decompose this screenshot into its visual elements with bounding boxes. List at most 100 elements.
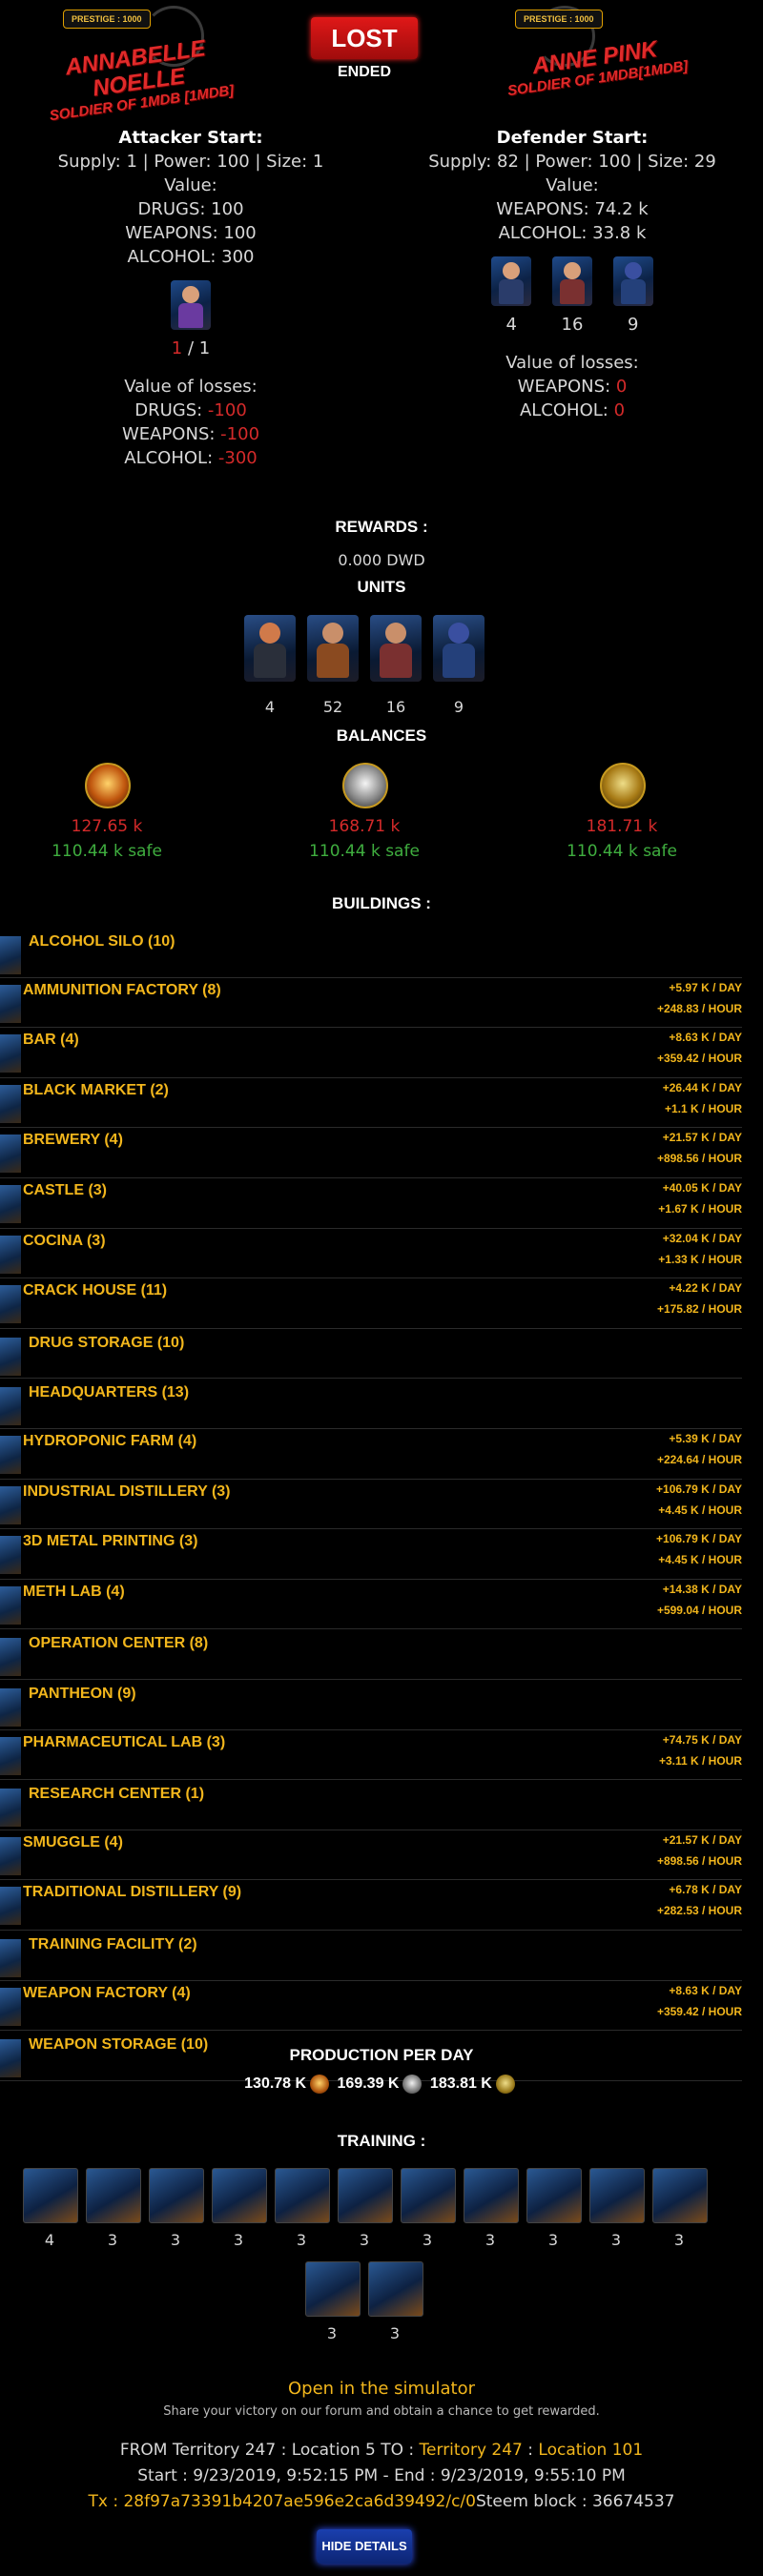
training-unit-icon	[149, 2168, 204, 2223]
unit-icon	[307, 615, 359, 682]
defender-value-alcohol: ALCOHOL: 33.8 k	[498, 223, 647, 243]
simulator-link[interactable]: Open in the simulator	[0, 2379, 763, 2399]
building-production-hour: +4.45 K / HOUR	[658, 1503, 742, 1517]
building-row[interactable]: TRAINING FACILITY (2)	[0, 1930, 742, 1981]
attacker-value-alcohol: ALCOHOL: 300	[127, 247, 255, 267]
building-name: HYDROPONIC FARM (4)	[23, 1433, 197, 1449]
unit-icon	[433, 615, 485, 682]
building-name: RESEARCH CENTER (1)	[29, 1786, 205, 1803]
attacker-loss-weapons-value: -100	[220, 424, 260, 444]
building-row[interactable]: METH LAB (4) +14.38 K / DAY +599.04 / HOUR	[0, 1579, 742, 1630]
defender-loss-alcohol-value: 0	[613, 400, 626, 420]
attacker-loss-drugs-value: -100	[207, 400, 247, 420]
attacker-value-weapons: WEAPONS: 100	[125, 223, 257, 243]
alcohol-icon	[495, 2075, 515, 2094]
attacker-losses-label: Value of losses:	[124, 377, 258, 397]
building-row[interactable]: CASTLE (3) +40.05 K / DAY +1.67 K / HOUR	[0, 1177, 742, 1229]
building-row[interactable]: BLACK MARKET (2) +26.44 K / DAY +1.1 K / H…	[0, 1077, 742, 1129]
balance-weapons-value: 168.71 k	[328, 817, 401, 836]
defender-name[interactable]: ANNE PINK SOLDIER OF 1MDB[1MDB]	[485, 31, 708, 103]
defender-loss-weapons-value: 0	[615, 377, 628, 397]
unit-count: 16	[385, 698, 406, 716]
balance-drugs-safe: 110.44 k safe	[52, 842, 162, 861]
attacker-name[interactable]: ANNABELLE NOELLE SOLDIER OF 1MDB [1MDB]	[25, 31, 252, 127]
training-unit-icon	[86, 2168, 141, 2223]
tx-link[interactable]: Tx : 28f97a73391b4207ae596e2ca6d39492/c/…	[89, 2492, 476, 2511]
training-unit-icon	[464, 2168, 519, 2223]
training-count: 3	[233, 2231, 244, 2249]
building-row[interactable]: ALCOHOL SILO (10)	[0, 927, 742, 978]
building-production-hour: +248.83 / HOUR	[656, 1001, 742, 1015]
building-row[interactable]: PANTHEON (9)	[0, 1679, 742, 1730]
building-production-day: +74.75 K / DAY	[662, 1732, 742, 1747]
route-to-territory[interactable]: Territory 247	[420, 2441, 523, 2460]
building-production-hour: +1.1 K / HOUR	[664, 1101, 742, 1115]
building-row[interactable]: BAR (4) +8.63 K / DAY +359.42 / HOUR	[0, 1027, 742, 1078]
building-production-day: +26.44 K / DAY	[662, 1080, 742, 1094]
attacker-units-left: 1	[171, 338, 183, 358]
building-row[interactable]: INDUSTRIAL DISTILLERY (3) +106.79 K / DAY…	[0, 1479, 742, 1530]
training-title: TRAINING :	[337, 2132, 426, 2150]
building-production-hour: +175.82 / HOUR	[656, 1302, 742, 1317]
training-unit-icon	[401, 2168, 456, 2223]
building-row[interactable]: TRADITIONAL DISTILLERY (9) +6.78 K / DAY +…	[0, 1879, 742, 1931]
attacker-prestige-badge: PRESTIGE : 1000	[63, 10, 151, 29]
building-row[interactable]: AMMUNITION FACTORY (8) +5.97 K / DAY +248.…	[0, 977, 742, 1029]
training-unit-icon	[212, 2168, 267, 2223]
building-row[interactable]: CRACK HOUSE (11) +4.22 K / DAY +175.82 / H…	[0, 1278, 742, 1329]
training-unit-icon	[305, 2261, 361, 2317]
building-thumbnail	[0, 984, 21, 1023]
defender-unit-card	[552, 256, 592, 306]
building-production-day: +8.63 K / DAY	[669, 1031, 742, 1045]
attacker-value-drugs: DRUGS: 100	[137, 199, 244, 219]
rewards-title: REWARDS :	[335, 518, 428, 536]
building-row[interactable]: WEAPON FACTORY (4) +8.63 K / DAY +359.42 /…	[0, 1980, 742, 2032]
building-production-hour: +359.42 / HOUR	[656, 1052, 742, 1066]
defender-unit-count: 4	[505, 315, 517, 335]
production-values: 130.78 K 169.39 K 183.81 K	[0, 2075, 763, 2094]
attacker-loss-drugs-label: DRUGS:	[134, 400, 203, 420]
route-to-location[interactable]: Location 101	[538, 2441, 643, 2460]
building-thumbnail	[0, 1789, 21, 1828]
building-name: TRAINING FACILITY (2)	[29, 1936, 197, 1952]
hide-details-button[interactable]: HIDE DETAILS	[317, 2529, 412, 2564]
building-name: CRACK HOUSE (11)	[23, 1282, 168, 1299]
battle-times: Start : 9/23/2019, 9:52:15 PM - End : 9/…	[137, 2466, 626, 2485]
building-row[interactable]: RESEARCH CENTER (1)	[0, 1779, 742, 1830]
building-row[interactable]: PHARMACEUTICAL LAB (3) +74.75 K / DAY +3.1…	[0, 1729, 742, 1781]
building-name: PHARMACEUTICAL LAB (3)	[23, 1733, 226, 1750]
balance-alcohol-value: 181.71 k	[586, 817, 658, 836]
defender-loss-alcohol-label: ALCOHOL:	[519, 400, 608, 420]
building-row[interactable]: COCINA (3) +32.04 K / DAY +1.33 K / HOUR	[0, 1228, 742, 1279]
training-count: 3	[610, 2231, 622, 2249]
building-production-day: +32.04 K / DAY	[662, 1231, 742, 1245]
defender-value-weapons: WEAPONS: 74.2 k	[496, 199, 649, 219]
training-count: 3	[296, 2231, 307, 2249]
building-name: CASTLE (3)	[23, 1182, 107, 1198]
attacker-loss-alcohol-value: -300	[217, 448, 258, 468]
building-name: ALCOHOL SILO (10)	[29, 933, 175, 950]
building-production-hour: +898.56 / HOUR	[656, 1853, 742, 1868]
training-count: 3	[673, 2231, 685, 2249]
building-thumbnail	[0, 1235, 21, 1274]
building-row[interactable]: SMUGGLE (4) +21.57 K / DAY +898.56 / HOUR	[0, 1830, 742, 1881]
training-unit-icon	[275, 2168, 330, 2223]
attacker-value-label: Value:	[164, 175, 217, 195]
building-row[interactable]: 3D METAL PRINTING (3) +106.79 K / DAY +4.4…	[0, 1528, 742, 1580]
building-row[interactable]: HYDROPONIC FARM (4) +5.39 K / DAY +224.64 …	[0, 1428, 742, 1480]
building-row[interactable]: DRUG STORAGE (10)	[0, 1328, 742, 1380]
building-row[interactable]: BREWERY (4) +21.57 K / DAY +898.56 / HOUR	[0, 1127, 742, 1178]
balance-drugs-value: 127.65 k	[71, 817, 143, 836]
building-row[interactable]: HEADQUARTERS (13)	[0, 1378, 742, 1429]
building-production-day: +4.22 K / DAY	[669, 1281, 742, 1296]
weapons-icon	[402, 2075, 423, 2094]
building-name: BAR (4)	[23, 1032, 79, 1049]
drugs-icon	[85, 763, 131, 808]
building-row[interactable]: OPERATION CENTER (8)	[0, 1628, 742, 1680]
weapons-icon	[342, 763, 388, 808]
training-count: 4	[44, 2231, 55, 2249]
attacker-panel: Attacker Start: Supply: 1 | Power: 100 |…	[0, 126, 382, 470]
training-unit-icon	[368, 2261, 423, 2317]
building-production-day: +6.78 K / DAY	[669, 1883, 742, 1897]
building-thumbnail	[0, 1585, 21, 1625]
